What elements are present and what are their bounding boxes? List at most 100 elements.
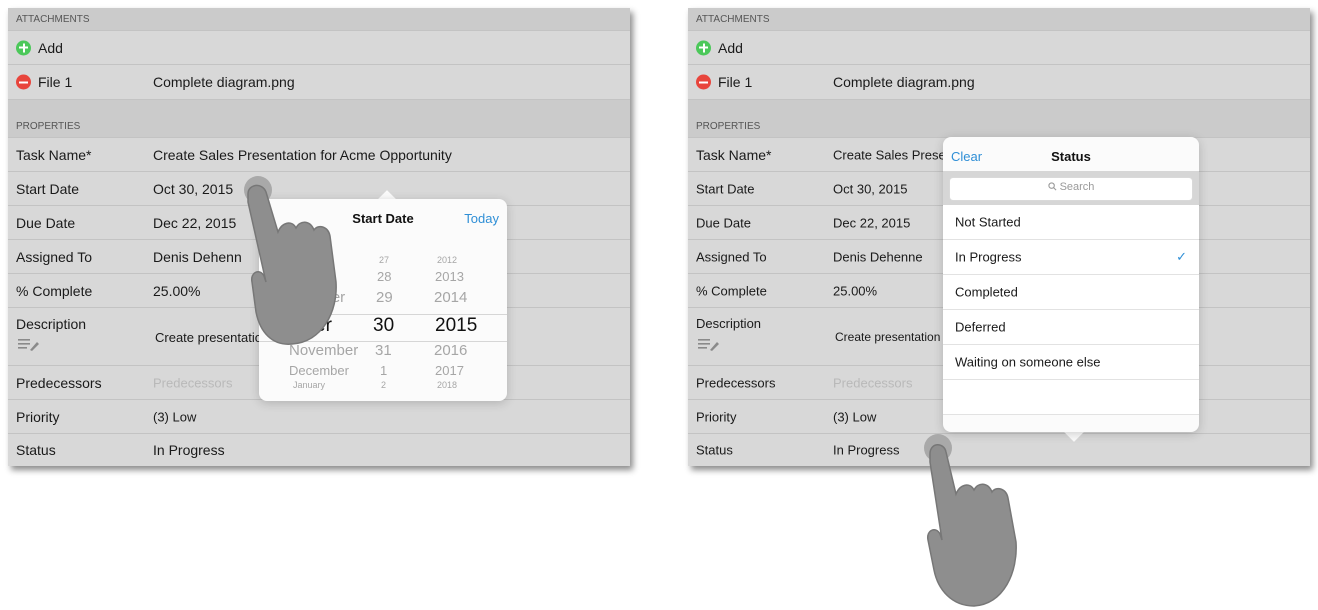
year-wheel-item[interactable]: 2016 xyxy=(434,342,467,359)
magnifier-icon xyxy=(1047,182,1057,191)
month-wheel-item-selected[interactable]: er xyxy=(315,315,332,337)
search-placeholder: Search xyxy=(1059,181,1095,193)
month-wheel-item[interactable]: December xyxy=(289,363,349,378)
minus-circle-icon[interactable] xyxy=(696,74,711,90)
start-date-popover: Start Date Today r mber er November Dece… xyxy=(259,199,507,401)
task-name-label: Task Name* xyxy=(696,146,772,163)
due-date-value[interactable]: Dec 22, 2015 xyxy=(153,215,236,231)
status-popover: Clear Status Search Not Started In Progr… xyxy=(943,137,1199,432)
description-value[interactable]: Create presentation xyxy=(835,330,940,344)
day-wheel-item[interactable]: 1 xyxy=(380,363,387,378)
add-attachment-row[interactable]: Add xyxy=(8,31,630,65)
attachments-header: ATTACHMENTS xyxy=(688,8,1310,31)
properties-header: PROPERTIES xyxy=(688,100,1310,138)
month-wheel-item[interactable]: November xyxy=(289,342,358,359)
day-wheel-item[interactable]: 2 xyxy=(381,380,386,390)
assigned-to-value[interactable]: Denis Dehenne xyxy=(833,249,923,264)
status-option-label: In Progress xyxy=(955,249,1022,265)
file-value[interactable]: Complete diagram.png xyxy=(153,74,295,90)
percent-complete-value[interactable]: 25.00% xyxy=(833,283,877,298)
percent-complete-value[interactable]: 25.00% xyxy=(153,283,200,299)
today-button[interactable]: Today xyxy=(464,211,499,226)
status-row[interactable]: Status In Progress xyxy=(688,434,1310,466)
day-wheel-item[interactable]: 29 xyxy=(376,289,393,306)
status-value[interactable]: In Progress xyxy=(153,442,225,458)
notes-pencil-icon[interactable] xyxy=(18,338,40,352)
file-label: File 1 xyxy=(718,74,753,90)
status-value[interactable]: In Progress xyxy=(833,443,899,458)
start-date-label: Start Date xyxy=(16,180,80,197)
attachments-header: ATTACHMENTS xyxy=(8,8,630,31)
assigned-to-value[interactable]: Denis Dehenn xyxy=(153,249,242,265)
status-option-deferred[interactable]: Deferred xyxy=(943,310,1199,345)
day-wheel-item[interactable]: 31 xyxy=(375,342,392,359)
priority-row[interactable]: Priority (3) Low xyxy=(8,400,630,434)
status-option-empty xyxy=(943,380,1199,415)
day-wheel-item-selected[interactable]: 30 xyxy=(373,315,394,337)
year-wheel-item[interactable]: 2018 xyxy=(437,380,457,390)
description-value[interactable]: Create presentation xyxy=(155,330,269,345)
start-date-value[interactable]: Oct 30, 2015 xyxy=(153,181,233,197)
add-label: Add xyxy=(718,39,743,56)
file-row[interactable]: File 1 Complete diagram.png xyxy=(688,65,1310,100)
properties-header: PROPERTIES xyxy=(8,100,630,138)
year-wheel-item[interactable]: 2013 xyxy=(435,269,464,284)
minus-circle-icon[interactable] xyxy=(16,74,31,90)
year-wheel-item[interactable]: 2012 xyxy=(437,255,457,265)
status-option-label: Not Started xyxy=(955,214,1021,230)
status-label: Status xyxy=(16,442,56,458)
priority-label: Priority xyxy=(16,408,60,425)
description-label: Description xyxy=(696,316,762,331)
day-wheel-item[interactable]: 28 xyxy=(377,269,391,284)
status-label: Status xyxy=(696,442,733,458)
plus-circle-icon[interactable] xyxy=(16,40,31,55)
attachments-header-label: ATTACHMENTS xyxy=(696,14,770,25)
status-option-not-started[interactable]: Not Started xyxy=(943,205,1199,240)
task-name-value[interactable]: Create Sales Presentation for Acme Oppor… xyxy=(153,147,452,163)
description-label: Description xyxy=(16,316,87,332)
priority-value[interactable]: (3) Low xyxy=(153,409,196,424)
status-option-label: Waiting on someone else xyxy=(955,354,1101,370)
percent-complete-label: % Complete xyxy=(16,282,93,299)
priority-value[interactable]: (3) Low xyxy=(833,409,876,424)
priority-label: Priority xyxy=(696,409,737,424)
start-date-value[interactable]: Oct 30, 2015 xyxy=(833,181,907,196)
date-wheel[interactable]: r mber er November December January 27 2… xyxy=(259,241,507,391)
notes-pencil-icon[interactable] xyxy=(698,338,720,352)
year-wheel-item[interactable]: 2017 xyxy=(435,363,464,378)
due-date-value[interactable]: Dec 22, 2015 xyxy=(833,215,910,230)
year-wheel-item[interactable]: 2014 xyxy=(434,289,467,306)
predecessors-label: Predecessors xyxy=(696,375,776,390)
status-option-in-progress[interactable]: In Progress ✓ xyxy=(943,240,1199,275)
task-name-row[interactable]: Task Name* Create Sales Presentation for… xyxy=(8,138,630,172)
percent-complete-label: % Complete xyxy=(696,283,767,298)
status-option-label: Deferred xyxy=(955,319,1006,335)
month-wheel-item[interactable]: January xyxy=(293,380,325,390)
predecessors-field[interactable]: Predecessors xyxy=(153,375,232,390)
month-wheel-item[interactable]: r xyxy=(307,265,311,280)
year-wheel-item-selected[interactable]: 2015 xyxy=(435,315,477,337)
add-attachment-row[interactable]: Add xyxy=(688,31,1310,65)
status-popover-title: Status xyxy=(1051,149,1091,164)
predecessors-label: Predecessors xyxy=(16,374,102,391)
month-wheel-item[interactable]: mber xyxy=(311,289,345,306)
assigned-to-label: Assigned To xyxy=(16,248,93,265)
task-name-value[interactable]: Create Sales Prese xyxy=(833,147,946,162)
properties-header-label: PROPERTIES xyxy=(16,121,81,132)
due-date-label: Due Date xyxy=(16,214,76,231)
start-date-label: Start Date xyxy=(696,181,755,196)
day-wheel-item[interactable]: 27 xyxy=(379,255,389,265)
status-option-completed[interactable]: Completed xyxy=(943,275,1199,310)
search-input[interactable]: Search xyxy=(949,177,1193,201)
properties-header-label: PROPERTIES xyxy=(696,121,761,132)
predecessors-field[interactable]: Predecessors xyxy=(833,375,912,390)
status-row[interactable]: Status In Progress xyxy=(8,434,630,466)
file-label: File 1 xyxy=(38,74,73,90)
status-option-waiting[interactable]: Waiting on someone else xyxy=(943,345,1199,380)
attachments-header-label: ATTACHMENTS xyxy=(16,14,90,25)
plus-circle-icon[interactable] xyxy=(696,40,711,55)
file-value[interactable]: Complete diagram.png xyxy=(833,74,975,90)
file-row[interactable]: File 1 Complete diagram.png xyxy=(8,65,630,100)
search-bar: Search xyxy=(943,171,1199,205)
task-name-label: Task Name* xyxy=(16,146,92,163)
